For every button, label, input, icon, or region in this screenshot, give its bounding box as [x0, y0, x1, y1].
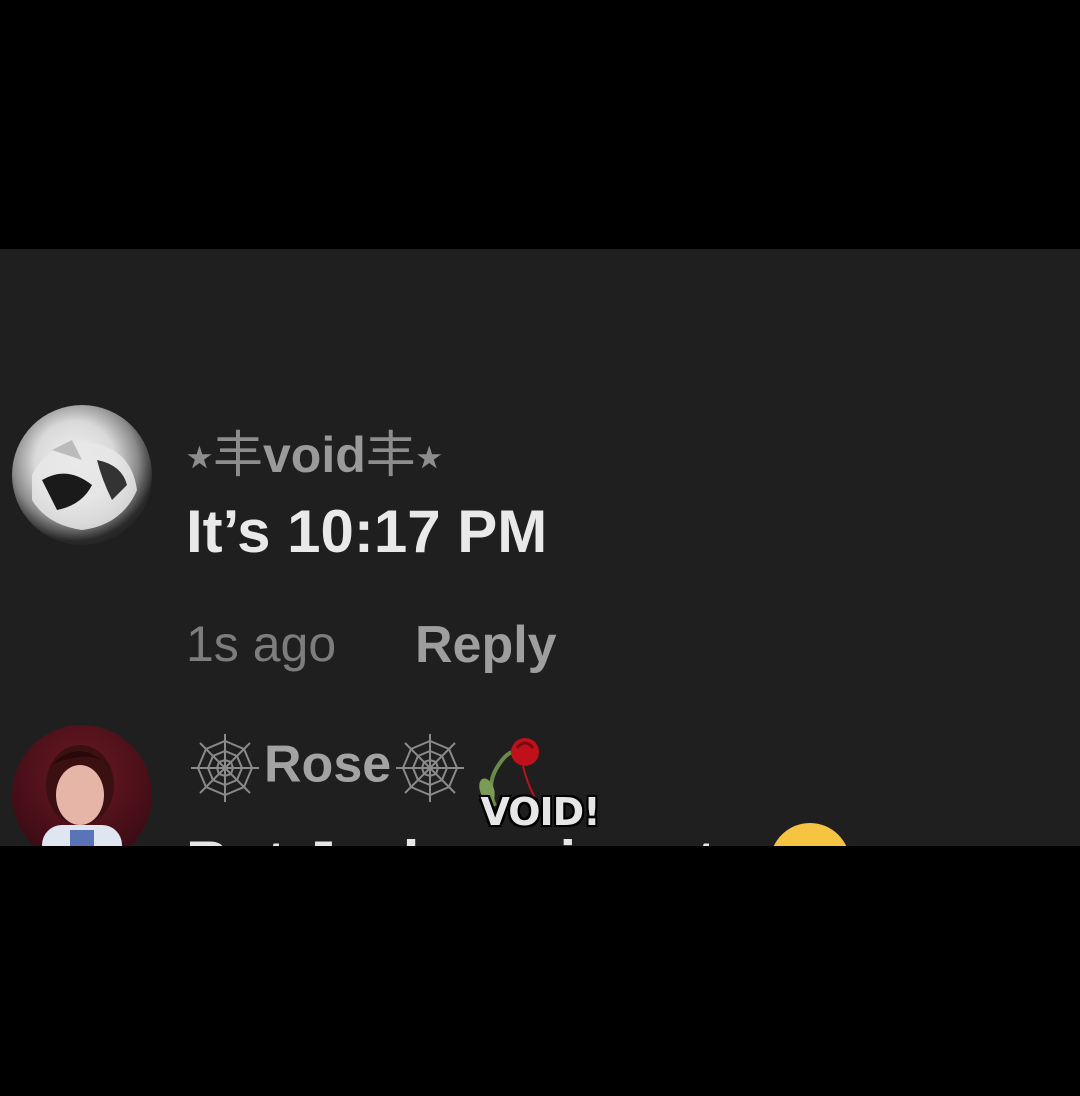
letterbox-top — [0, 0, 1080, 249]
avatar[interactable] — [12, 405, 152, 545]
letterbox-bottom — [0, 846, 1080, 1096]
username-core: void — [263, 427, 366, 483]
comment-frame: ⭑丰void丰⭑ It’s 10:17 PM 1s ago Reply Rose — [0, 249, 1080, 846]
video-caption: VOID! — [480, 790, 600, 834]
comment-timestamp: 1s ago — [186, 616, 337, 672]
username[interactable]: ⭑丰void丰⭑ — [186, 415, 443, 487]
reply-button[interactable]: Reply — [415, 615, 557, 675]
avatar-icon — [32, 440, 137, 530]
username-prefix: ⭑丰 — [186, 427, 263, 483]
username-suffix: 丰⭑ — [365, 427, 443, 483]
username-text: Rose — [264, 735, 392, 794]
comment-text: It’s 10:17 PM — [186, 498, 548, 565]
